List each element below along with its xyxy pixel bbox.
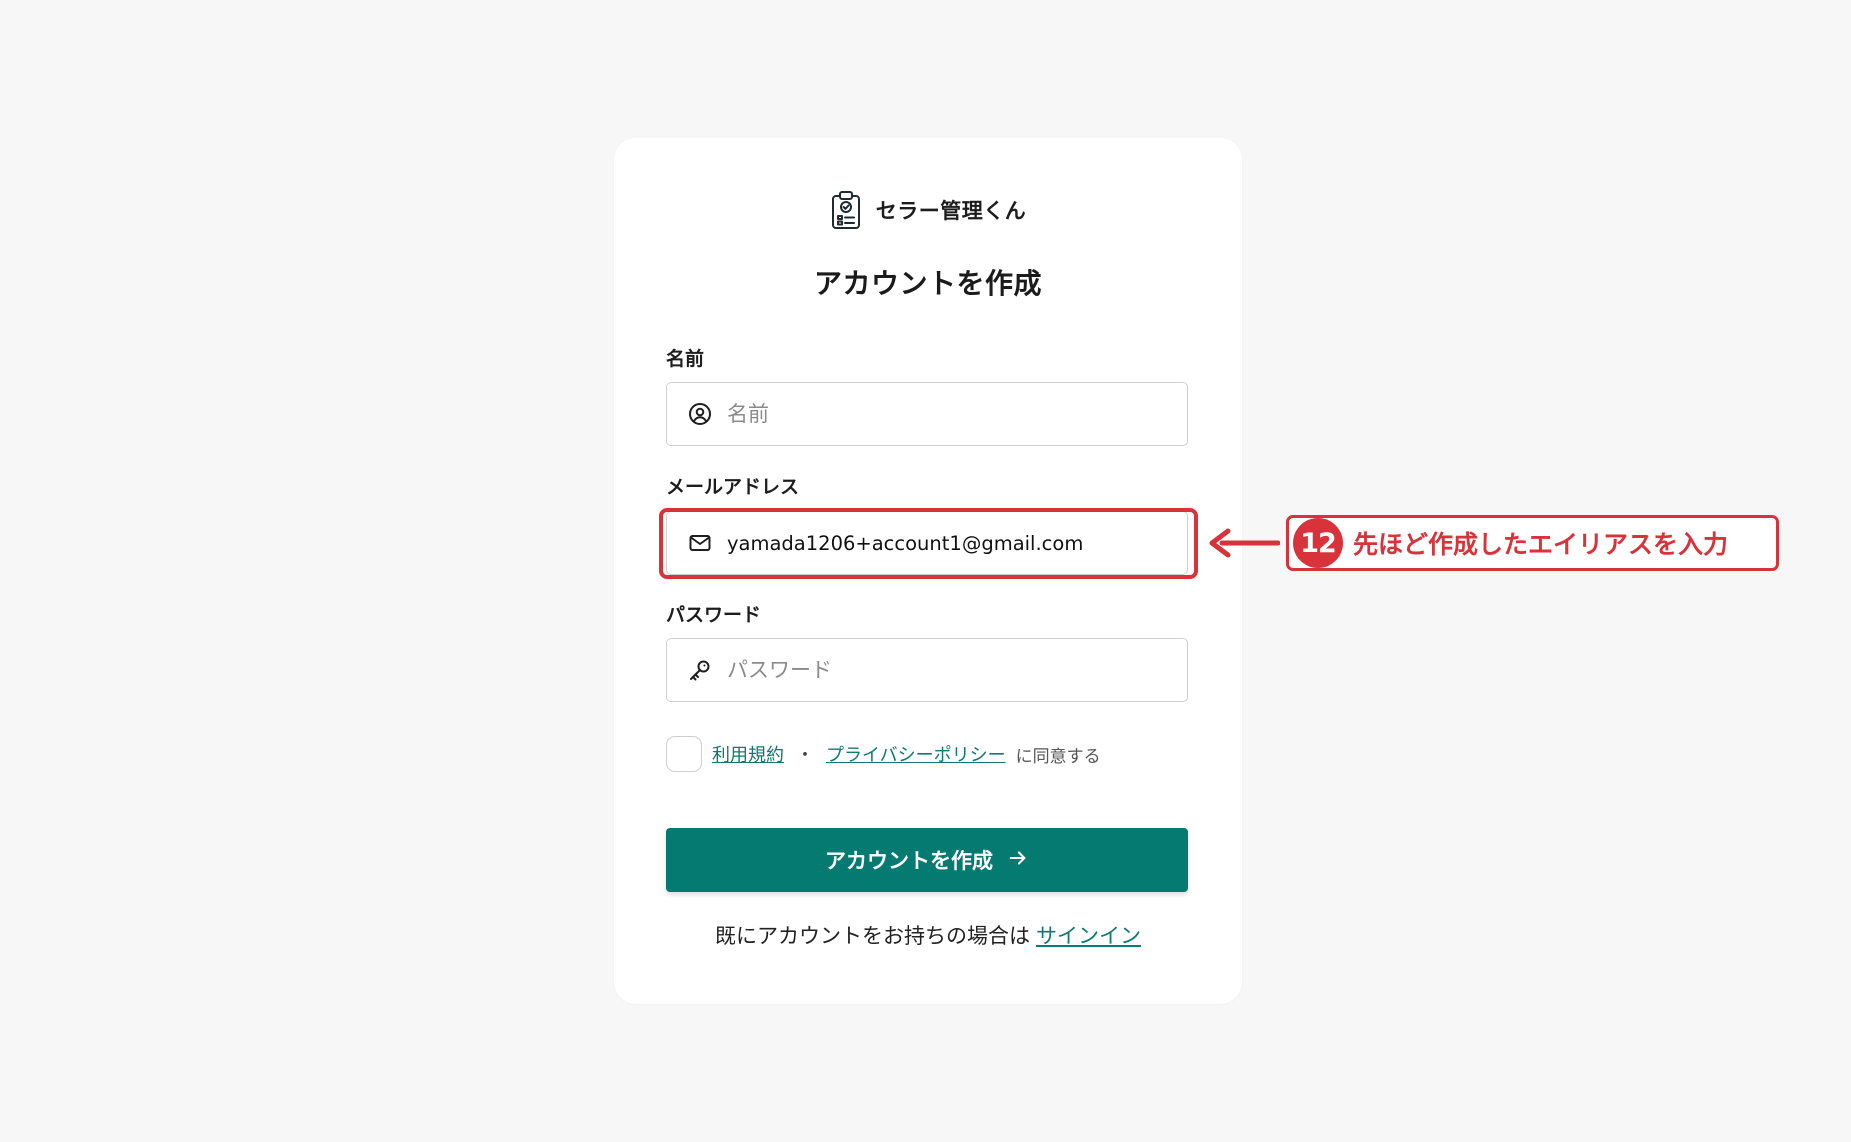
name-input[interactable] [727, 383, 1171, 445]
terms-agree-text: に同意する [1015, 746, 1101, 767]
clipboard-check-icon [830, 190, 862, 230]
brand: セラー管理くん [614, 190, 1242, 230]
app-name: セラー管理くん [875, 199, 1027, 223]
key-icon [687, 657, 713, 683]
user-circle-icon [687, 401, 713, 427]
email-label: メールアドレス [666, 476, 800, 498]
name-field[interactable] [666, 382, 1188, 446]
password-label: パスワード [666, 604, 762, 626]
privacy-policy-link[interactable]: プライバシーポリシー [826, 741, 1006, 767]
signin-row: 既にアカウントをお持ちの場合は サインイン [614, 920, 1242, 950]
signin-link[interactable]: サインイン [1036, 924, 1141, 948]
arrow-right-icon [1007, 847, 1029, 874]
terms-checkbox[interactable] [666, 736, 702, 772]
name-label: 名前 [666, 348, 705, 370]
create-account-label: アカウントを作成 [825, 849, 993, 873]
annotation-arrow-icon [1209, 528, 1280, 558]
step-number-badge: 12 [1293, 518, 1343, 568]
signin-prompt: 既にアカウントをお持ちの場合は [715, 924, 1030, 948]
password-input[interactable] [727, 639, 1171, 701]
terms-link[interactable]: 利用規約 [712, 741, 784, 767]
terms-row: 利用規約 ・ プライバシーポリシー に同意する [666, 736, 1101, 772]
annotation-text: 先ほど作成したエイリアスを入力 [1353, 530, 1729, 559]
terms-separator: ・ [796, 745, 814, 766]
create-account-button[interactable]: アカウントを作成 [666, 828, 1188, 892]
signup-card: セラー管理くん アカウントを作成 名前 メールアドレス パスワード [614, 138, 1242, 1004]
mail-icon [687, 530, 713, 556]
page-title: アカウントを作成 [813, 267, 1042, 300]
email-input[interactable] [727, 512, 1171, 574]
email-field[interactable] [666, 511, 1188, 575]
password-field[interactable] [666, 638, 1188, 702]
annotation-callout: 12 先ほど作成したエイリアスを入力 [1286, 515, 1779, 571]
